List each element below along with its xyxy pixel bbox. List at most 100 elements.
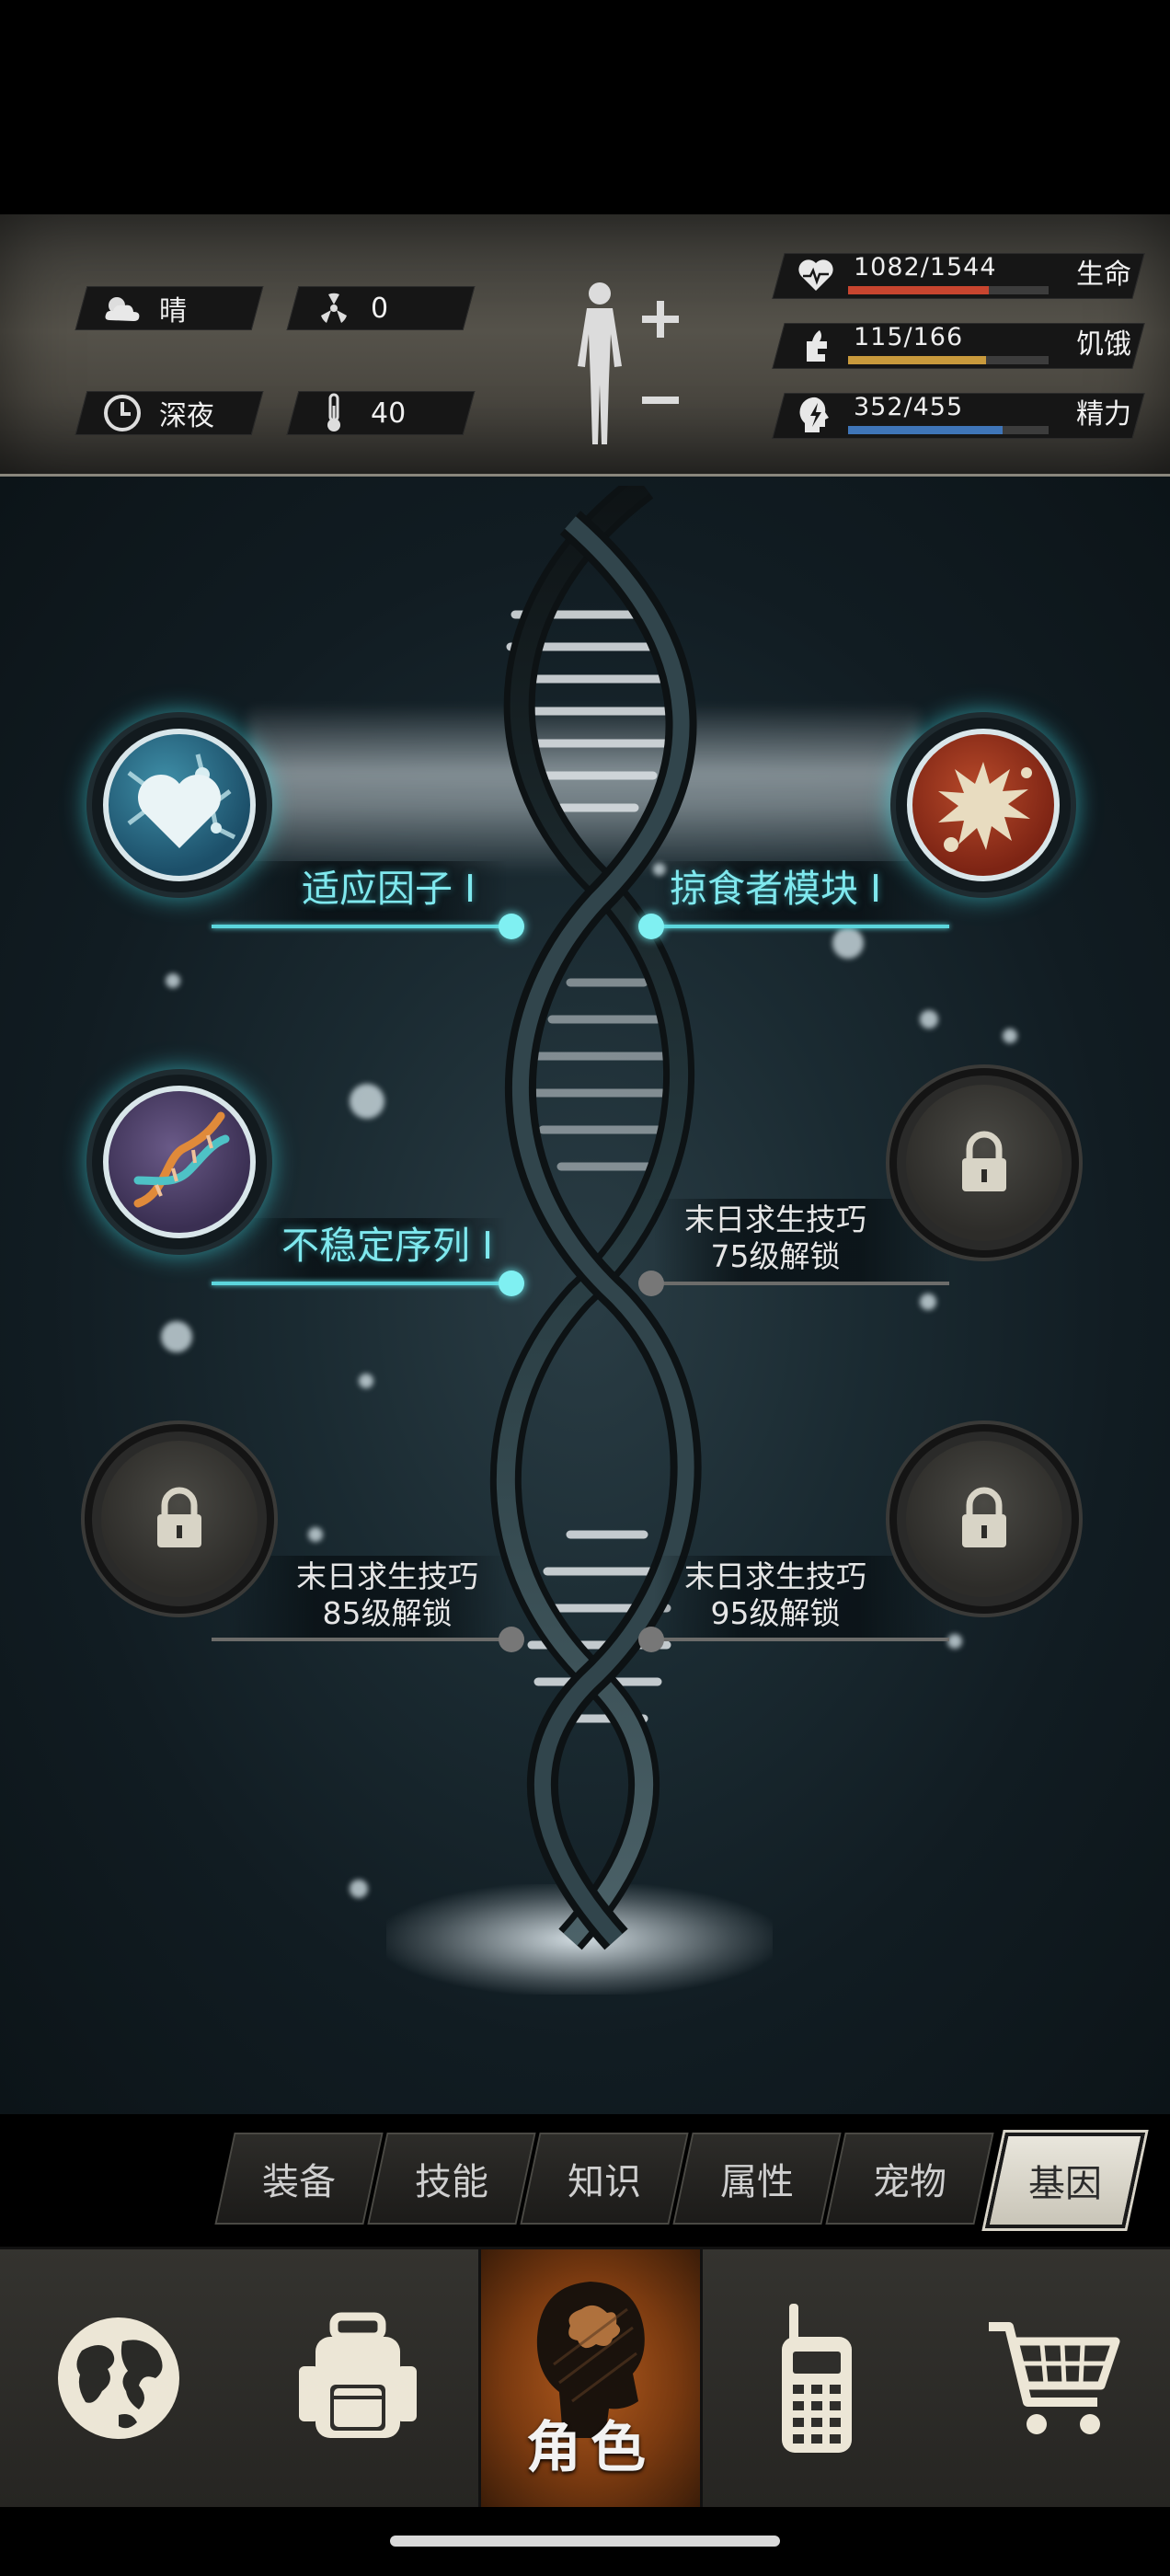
connector-line bbox=[212, 1638, 511, 1641]
tab-label: 技能 bbox=[415, 2161, 488, 2203]
locked-gene-85-button[interactable] bbox=[92, 1432, 267, 1606]
tab-pets[interactable]: 宠物 bbox=[825, 2133, 994, 2225]
unlock-level-text: 95级解锁 bbox=[710, 1595, 841, 1631]
particle bbox=[166, 973, 180, 988]
radiation-icon bbox=[314, 288, 354, 328]
connector-dot bbox=[499, 1271, 524, 1296]
bottom-navigation: 角色 bbox=[0, 2247, 1170, 2507]
tab-skills[interactable]: 技能 bbox=[367, 2133, 536, 2225]
hunger-stat: 115/166 饥饿 bbox=[772, 317, 1146, 373]
thermometer-icon bbox=[314, 393, 354, 433]
heart-icon bbox=[795, 253, 837, 297]
tab-label: 知识 bbox=[568, 2161, 641, 2203]
particle bbox=[920, 1294, 936, 1310]
locked-gene-85-label: 末日求生技巧 85级解锁 bbox=[296, 1558, 478, 1632]
tab-label: 装备 bbox=[262, 2161, 336, 2203]
nav-radio-button[interactable] bbox=[697, 2249, 935, 2507]
tab-label: 基因 bbox=[1028, 2163, 1102, 2205]
health-stat: 1082/1544 生命 bbox=[772, 247, 1146, 303]
gene-predator-module-label: 掠食者模块 I bbox=[670, 867, 882, 911]
energy-icon bbox=[795, 393, 837, 437]
nav-shop-button[interactable] bbox=[935, 2249, 1170, 2507]
heart-molecule-icon bbox=[103, 729, 256, 881]
connector-line bbox=[212, 1282, 511, 1285]
tab-knowledge[interactable]: 知识 bbox=[520, 2133, 689, 2225]
connector-line bbox=[212, 925, 511, 928]
tab-label: 属性 bbox=[720, 2161, 794, 2203]
gene-predator-module-button[interactable] bbox=[896, 718, 1071, 892]
time-text: 深夜 bbox=[159, 400, 214, 432]
particle bbox=[350, 1084, 384, 1119]
weather-text: 晴 bbox=[159, 295, 187, 328]
lock-icon bbox=[157, 1487, 201, 1547]
energy-stat: 352/455 精力 bbox=[772, 387, 1146, 443]
tab-attributes[interactable]: 属性 bbox=[672, 2133, 842, 2225]
radiation-value: 0 bbox=[371, 292, 389, 325]
globe-icon bbox=[58, 2317, 179, 2439]
particle bbox=[1003, 1029, 1017, 1043]
tab-label: 宠物 bbox=[873, 2161, 946, 2203]
nav-backpack-button[interactable] bbox=[237, 2249, 478, 2507]
dna-icon bbox=[103, 1086, 256, 1238]
lock-icon bbox=[962, 1131, 1006, 1191]
nav-character-label: 角色 bbox=[526, 2416, 655, 2480]
health-label: 生命 bbox=[1076, 259, 1131, 291]
unlock-level-text: 75级解锁 bbox=[710, 1238, 841, 1274]
status-panel: 晴 0 深夜 40 1082/1544 生命 115/166 饥饿 352/45… bbox=[0, 214, 1170, 477]
clock-icon bbox=[102, 393, 143, 433]
locked-gene-title: 末日求生技巧 bbox=[684, 1558, 866, 1594]
gene-unstable-sequence-label: 不稳定序列 I bbox=[281, 1224, 494, 1268]
energy-value: 352/455 bbox=[854, 393, 964, 421]
connector-line bbox=[649, 1638, 949, 1641]
weather-indicator: 晴 bbox=[75, 286, 264, 330]
hunger-value: 115/166 bbox=[854, 323, 964, 351]
particle bbox=[308, 1527, 323, 1542]
nav-character-button[interactable]: 角色 bbox=[478, 2249, 703, 2507]
tab-genes[interactable]: 基因 bbox=[984, 2133, 1146, 2228]
gene-tree-area: 适应因子 I 掠食者模块 I 不稳定序列 I 末日求生技巧 75级解锁 末日求生… bbox=[0, 477, 1170, 2114]
connector-dot bbox=[638, 1271, 664, 1296]
radio-icon bbox=[782, 2304, 852, 2453]
particle bbox=[161, 1321, 192, 1352]
locked-gene-75-button[interactable] bbox=[897, 1075, 1072, 1250]
particle bbox=[947, 1634, 962, 1649]
particle bbox=[350, 1880, 368, 1898]
nav-map-button[interactable] bbox=[0, 2249, 237, 2507]
connector-dot bbox=[499, 914, 524, 939]
locked-gene-95-label: 末日求生技巧 95级解锁 bbox=[684, 1558, 866, 1632]
backpack-icon bbox=[299, 2312, 417, 2438]
connector-dot bbox=[499, 1627, 524, 1652]
radiation-indicator: 0 bbox=[286, 286, 476, 330]
particle bbox=[920, 1010, 938, 1029]
body-status-button[interactable] bbox=[561, 279, 681, 444]
tab-equipment[interactable]: 装备 bbox=[214, 2133, 384, 2225]
character-sub-tabs: 装备 技能 知识 属性 宠物 基因 bbox=[214, 2133, 1146, 2228]
hunger-label: 饥饿 bbox=[1076, 328, 1131, 361]
connector-line bbox=[649, 1282, 949, 1285]
connector-dot bbox=[638, 914, 664, 939]
energy-bar bbox=[848, 426, 1003, 434]
health-bar bbox=[848, 286, 989, 294]
gene-adapt-factor-label: 适应因子 I bbox=[302, 867, 476, 911]
cart-icon bbox=[989, 2322, 1120, 2434]
locked-gene-title: 末日求生技巧 bbox=[296, 1558, 478, 1594]
unlock-level-text: 85级解锁 bbox=[322, 1595, 453, 1631]
hunger-bar bbox=[848, 356, 987, 364]
hunger-icon bbox=[795, 323, 837, 367]
particle bbox=[359, 1374, 373, 1388]
lock-icon bbox=[962, 1487, 1006, 1547]
weather-sunny-icon bbox=[102, 288, 143, 328]
temperature-value: 40 bbox=[371, 397, 407, 430]
gene-adapt-factor-button[interactable] bbox=[92, 718, 267, 892]
particle bbox=[832, 927, 864, 959]
health-value: 1082/1544 bbox=[854, 253, 997, 282]
gene-unstable-sequence-button[interactable] bbox=[92, 1075, 267, 1249]
home-indicator[interactable] bbox=[390, 2536, 780, 2547]
temperature-indicator: 40 bbox=[286, 391, 476, 435]
locked-gene-95-button[interactable] bbox=[897, 1432, 1072, 1606]
connector-line bbox=[649, 925, 949, 928]
time-indicator: 深夜 bbox=[75, 391, 264, 435]
virus-icon bbox=[907, 729, 1060, 881]
locked-gene-75-label: 末日求生技巧 75级解锁 bbox=[684, 1202, 866, 1275]
human-body-icon bbox=[578, 282, 679, 444]
